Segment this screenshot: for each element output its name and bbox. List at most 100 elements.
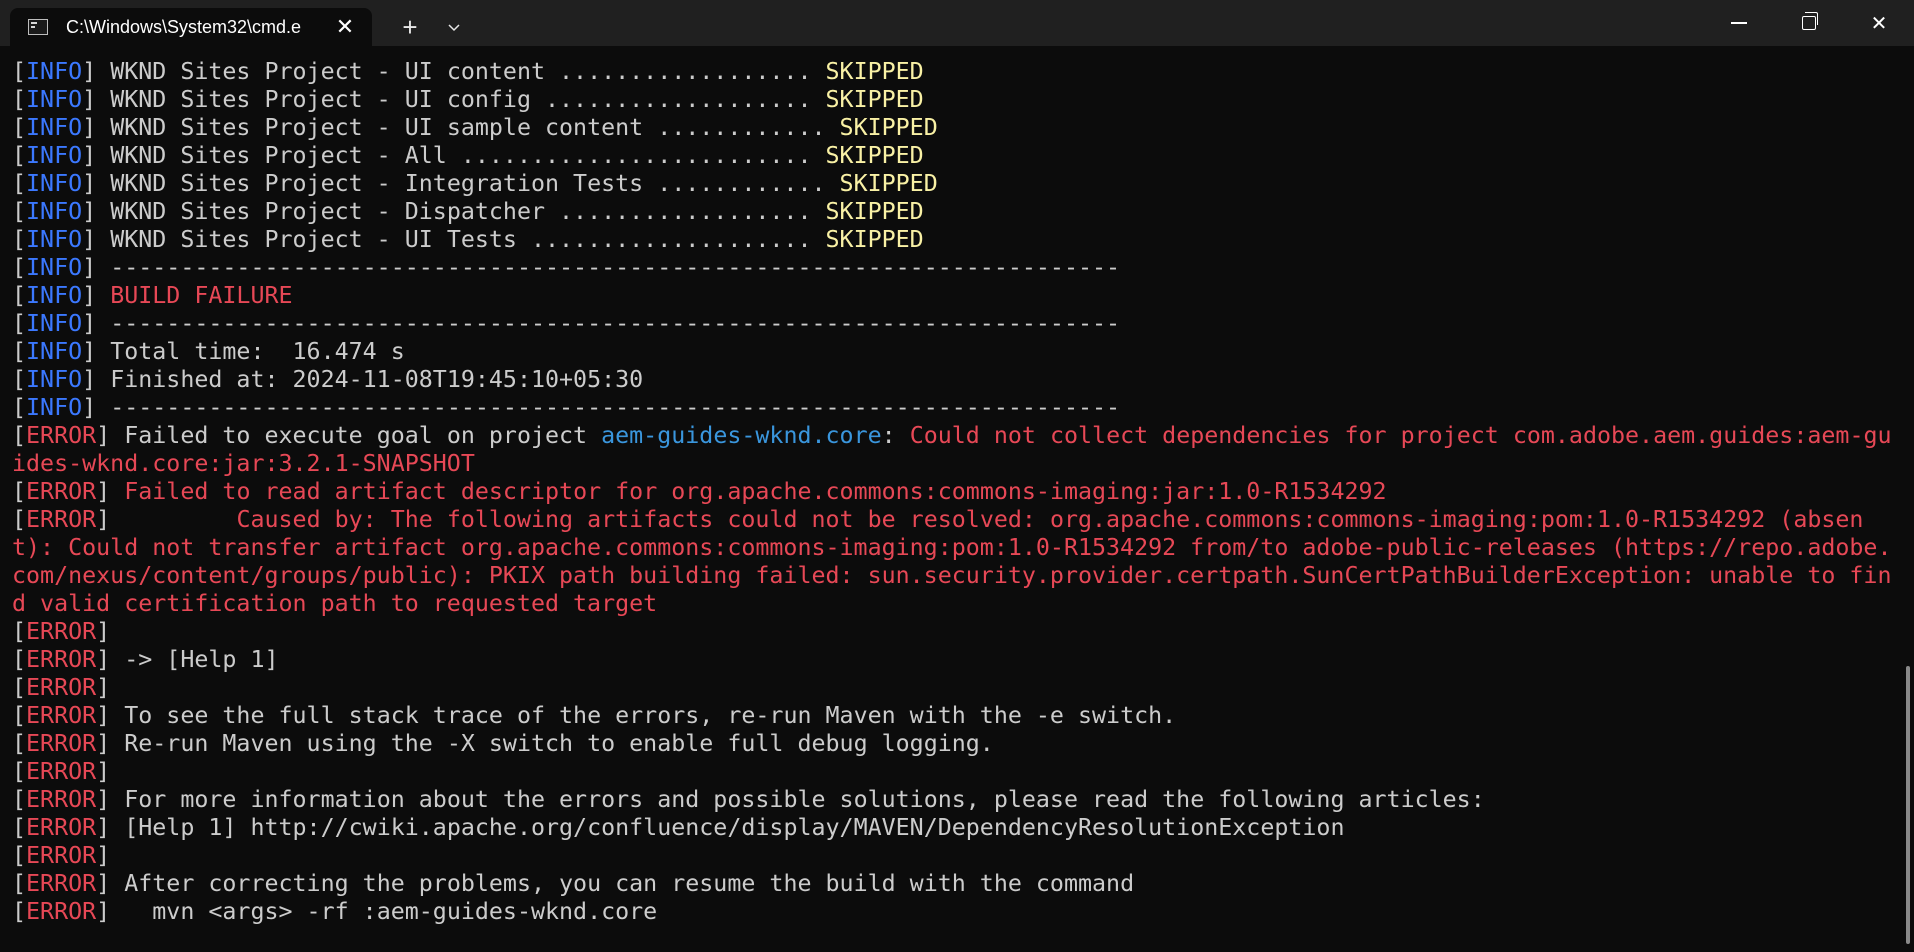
console-segment: [ bbox=[12, 506, 27, 533]
console-segment: SKIPPED bbox=[825, 142, 924, 169]
console-segment: INFO bbox=[26, 366, 83, 393]
console-segment: ] WKND Sites Project - UI config .......… bbox=[82, 86, 826, 113]
console-segment: INFO bbox=[26, 310, 83, 337]
tab-title: C:\Windows\System32\cmd.e bbox=[66, 16, 302, 37]
console-segment: [ bbox=[12, 310, 27, 337]
console-segment: [ bbox=[12, 114, 27, 141]
console-segment: [ bbox=[12, 646, 27, 673]
console-segment: ERROR bbox=[26, 702, 97, 729]
console-segment: [ bbox=[12, 898, 27, 925]
tab-cmd[interactable]: C:\Windows\System32\cmd.e ✕ bbox=[10, 8, 372, 46]
console-segment: SKIPPED bbox=[825, 226, 924, 253]
console-line: [INFO] WKND Sites Project - UI config ..… bbox=[12, 86, 1892, 114]
console-line: [INFO] WKND Sites Project - All ........… bbox=[12, 142, 1892, 170]
chevron-down-icon bbox=[448, 24, 460, 32]
console-line: [ERROR] bbox=[12, 618, 1892, 646]
console-segment: [ bbox=[12, 786, 27, 813]
minimize-icon bbox=[1731, 22, 1747, 24]
console-line: [ERROR] bbox=[12, 842, 1892, 870]
console-line: [ERROR] bbox=[12, 674, 1892, 702]
console-segment: ] WKND Sites Project - UI sample content… bbox=[82, 114, 840, 141]
console-line: [INFO] Finished at: 2024-11-08T19:45:10+… bbox=[12, 366, 1892, 394]
console-segment: ] bbox=[96, 758, 111, 785]
console-segment: ] bbox=[96, 506, 125, 533]
restore-icon bbox=[1802, 12, 1818, 30]
console-line: [INFO] WKND Sites Project - UI sample co… bbox=[12, 114, 1892, 142]
console-segment: ] Re-run Maven using the -X switch to en… bbox=[96, 730, 994, 757]
console-segment: ] --------------------------------------… bbox=[82, 394, 1121, 421]
tab-close-button[interactable]: ✕ bbox=[330, 12, 360, 42]
console-segment: [ bbox=[12, 226, 27, 253]
console-segment: [ bbox=[12, 142, 27, 169]
console-line: [ERROR] bbox=[12, 758, 1892, 786]
console-segment: SKIPPED bbox=[825, 86, 924, 113]
tab-dropdown-button[interactable] bbox=[432, 8, 476, 46]
console-segment: ERROR bbox=[26, 422, 97, 449]
console-segment: INFO bbox=[26, 58, 83, 85]
console-segment: ] bbox=[96, 478, 125, 505]
new-tab-button[interactable]: + bbox=[388, 8, 432, 46]
console-segment: ] WKND Sites Project - Integration Tests… bbox=[82, 170, 840, 197]
console-segment: Caused by: The following artifacts could… bbox=[12, 506, 1892, 617]
console-segment: ] Total time: 16.474 s bbox=[82, 338, 405, 365]
console-segment: ERROR bbox=[26, 870, 97, 897]
console-segment: ERROR bbox=[26, 814, 97, 841]
console-output[interactable]: [INFO] WKND Sites Project - UI content .… bbox=[0, 46, 1900, 952]
console-segment: ] bbox=[96, 674, 111, 701]
console-line: [INFO] WKND Sites Project - Dispatcher .… bbox=[12, 198, 1892, 226]
console-segment: [ bbox=[12, 478, 27, 505]
window-controls: ✕ bbox=[1704, 0, 1914, 46]
console-segment: SKIPPED bbox=[825, 58, 924, 85]
console-segment: INFO bbox=[26, 394, 83, 421]
terminal-icon bbox=[28, 19, 48, 35]
console-segment: ERROR bbox=[26, 478, 97, 505]
console-segment: ] Failed to execute goal on project bbox=[96, 422, 602, 449]
console-line: [ERROR] For more information about the e… bbox=[12, 786, 1892, 814]
maximize-button[interactable] bbox=[1774, 0, 1844, 46]
console-segment: SKIPPED bbox=[839, 170, 938, 197]
console-segment: ERROR bbox=[26, 618, 97, 645]
console-segment: [ bbox=[12, 618, 27, 645]
console-segment: ] --------------------------------------… bbox=[82, 254, 1121, 281]
console-segment: ] After correcting the problems, you can… bbox=[96, 870, 1135, 897]
console-line: [ERROR] Failed to read artifact descript… bbox=[12, 478, 1892, 506]
console-segment: [ bbox=[12, 58, 27, 85]
console-line: [INFO] Total time: 16.474 s bbox=[12, 338, 1892, 366]
console-segment: ERROR bbox=[26, 786, 97, 813]
console-segment: INFO bbox=[26, 142, 83, 169]
console-line: [ERROR] -> [Help 1] bbox=[12, 646, 1892, 674]
console-line: [ERROR] After correcting the problems, y… bbox=[12, 870, 1892, 898]
console-line: [INFO] ---------------------------------… bbox=[12, 394, 1892, 422]
console-segment: INFO bbox=[26, 338, 83, 365]
console-line: [INFO] BUILD FAILURE bbox=[12, 282, 1892, 310]
console-segment: SKIPPED bbox=[825, 198, 924, 225]
console-segment: [ bbox=[12, 730, 27, 757]
console-segment: ] WKND Sites Project - Dispatcher ......… bbox=[82, 198, 826, 225]
console-segment: [ bbox=[12, 86, 27, 113]
console-segment: ] bbox=[96, 618, 111, 645]
console-line: [ERROR] mvn <args> -rf :aem-guides-wknd.… bbox=[12, 898, 1892, 926]
console-segment: INFO bbox=[26, 170, 83, 197]
console-line: [INFO] WKND Sites Project - UI content .… bbox=[12, 58, 1892, 86]
console-segment: [ bbox=[12, 198, 27, 225]
title-bar: C:\Windows\System32\cmd.e ✕ + ✕ bbox=[0, 0, 1914, 46]
scrollbar[interactable] bbox=[1906, 666, 1910, 944]
console-segment: [ bbox=[12, 282, 27, 309]
console-line: [INFO] ---------------------------------… bbox=[12, 310, 1892, 338]
console-segment: ] Finished at: 2024-11-08T19:45:10+05:30 bbox=[82, 366, 644, 393]
console-segment: ] --------------------------------------… bbox=[82, 310, 1121, 337]
console-segment: ] WKND Sites Project - UI content ......… bbox=[82, 58, 826, 85]
console-segment: [ bbox=[12, 702, 27, 729]
console-segment: Failed to read artifact descriptor for o… bbox=[124, 478, 1387, 505]
minimize-button[interactable] bbox=[1704, 0, 1774, 46]
console-segment: [ bbox=[12, 394, 27, 421]
console-line: [INFO] WKND Sites Project - UI Tests ...… bbox=[12, 226, 1892, 254]
console-line: [INFO] ---------------------------------… bbox=[12, 254, 1892, 282]
console-segment: [ bbox=[12, 338, 27, 365]
console-segment: ERROR bbox=[26, 842, 97, 869]
console-segment: ] bbox=[96, 842, 111, 869]
close-window-button[interactable]: ✕ bbox=[1844, 0, 1914, 46]
console-segment: INFO bbox=[26, 282, 83, 309]
console-segment: [ bbox=[12, 366, 27, 393]
console-line: [ERROR] Re-run Maven using the -X switch… bbox=[12, 730, 1892, 758]
